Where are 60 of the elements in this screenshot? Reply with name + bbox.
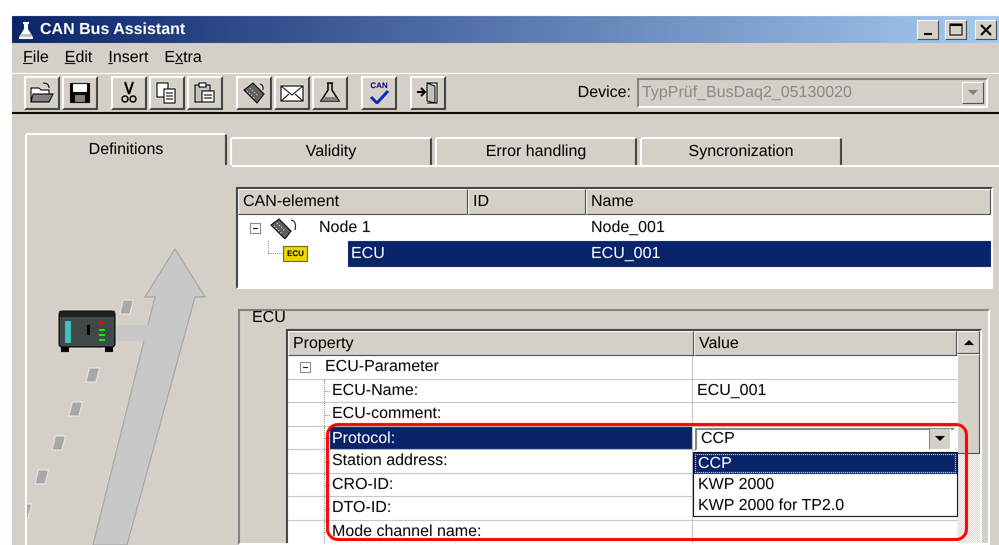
device-label: Device: <box>578 82 631 103</box>
scroll-up-button[interactable] <box>957 331 980 354</box>
toolbar-button[interactable] <box>62 76 98 110</box>
column-header[interactable]: Name <box>586 189 991 215</box>
protocol-dropdown[interactable]: CCP <box>695 428 955 451</box>
ecu-chip-icon: ECU <box>283 246 308 262</box>
toolbar-button[interactable] <box>274 76 310 110</box>
property-value: ECU_001 <box>697 380 766 401</box>
check-button[interactable]: CAN <box>361 76 397 110</box>
toolbar-button[interactable] <box>410 76 446 110</box>
property-label[interactable]: ECU-comment: <box>330 403 444 426</box>
scrollbar-thumb[interactable] <box>957 354 980 454</box>
collapse-toggle[interactable] <box>250 222 261 234</box>
tree-item-label[interactable]: Node 1 <box>316 216 470 240</box>
dropdown-arrow-icon <box>935 436 945 442</box>
toolbar-button[interactable] <box>187 76 223 110</box>
dropdown-option[interactable]: KWP 2000 <box>694 474 957 495</box>
dropdown-option[interactable]: KWP 2000 for TP2.0 <box>694 495 957 516</box>
tab[interactable]: Validity <box>230 137 432 165</box>
name-cell-text: Node_001 <box>590 218 665 238</box>
property-label[interactable]: Station address: <box>330 450 450 472</box>
maximize-button[interactable] <box>945 20 967 40</box>
minimize-button[interactable] <box>917 20 939 40</box>
property-label[interactable]: ECU-Name: <box>330 380 420 402</box>
tab[interactable]: Syncronization <box>640 137 842 165</box>
tab[interactable]: Definitions <box>25 133 227 165</box>
property-label[interactable]: Protocol: <box>330 426 692 449</box>
collapse-toggle[interactable] <box>300 362 311 373</box>
column-header[interactable]: Property <box>288 331 694 356</box>
property-label[interactable]: CRO-ID: <box>330 474 396 496</box>
tree-line <box>268 241 282 254</box>
menu-item[interactable]: Extra <box>163 46 203 70</box>
name-cell-text: ECU_001 <box>590 244 660 264</box>
toolbar-button[interactable] <box>24 76 60 110</box>
menu-item[interactable]: Insert <box>107 46 150 70</box>
toolbar-button[interactable] <box>111 76 147 110</box>
property-label[interactable]: Mode channel name: <box>330 520 484 543</box>
flask-icon <box>18 20 34 39</box>
dropdown-arrow-icon <box>968 90 978 96</box>
menu-item[interactable]: File <box>22 46 50 70</box>
column-header[interactable]: Value <box>694 331 957 356</box>
dropdown-option[interactable]: CCP <box>694 453 957 474</box>
selection-row[interactable]: ECU ECU_001 <box>348 241 991 267</box>
column-header[interactable]: CAN-element <box>238 189 468 215</box>
up-arrow-icon <box>964 340 974 346</box>
property-label[interactable]: ECU-Parameter <box>323 356 441 378</box>
toolbar-button[interactable] <box>312 76 348 110</box>
minimize-icon <box>924 33 932 36</box>
connector-plug-icon <box>241 80 267 106</box>
column-header[interactable]: ID <box>468 189 586 215</box>
toolbar-button[interactable] <box>149 76 185 110</box>
property-label[interactable]: DTO-ID: <box>330 497 394 520</box>
toolbar-button[interactable] <box>236 76 272 110</box>
device-dropdown: TypPrüf_BusDaq2_05130020 <box>637 78 988 108</box>
menu-item[interactable]: Edit <box>64 46 94 70</box>
close-button[interactable] <box>975 20 997 40</box>
tree-item-label: ECU <box>350 244 386 264</box>
tab[interactable]: Error handling <box>435 137 637 165</box>
checkmark-icon <box>369 90 389 104</box>
window-title: CAN Bus Assistant <box>40 20 186 40</box>
